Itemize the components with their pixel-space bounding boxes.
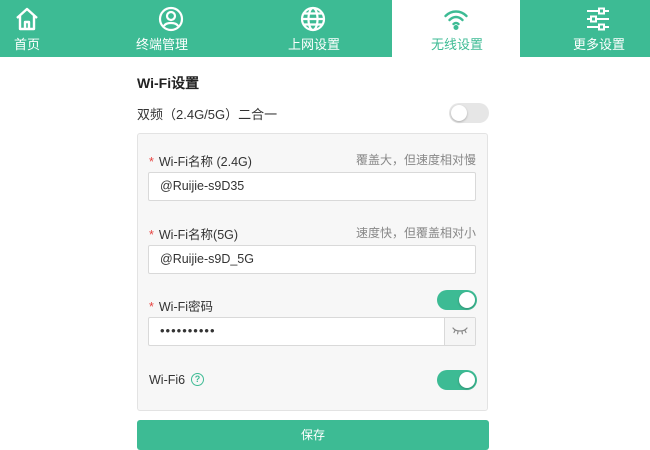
tab-more-settings-label: 更多设置 [573,37,626,52]
toggle-password-visibility-button[interactable] [444,318,475,345]
required-mark: * [149,228,154,242]
top-navigation-bar: 首页 终端管理 上网设置 无线设置 更多设置 [0,0,650,57]
eye-closed-icon [452,327,468,335]
home-icon [14,6,40,32]
sliders-icon [585,6,611,32]
tab-terminal-management-label: 终端管理 [136,37,189,52]
password-input[interactable]: •••••••••• [148,317,476,346]
required-mark: * [149,300,154,314]
ssid-5g-input[interactable]: @Ruijie-s9D_5G [148,245,476,274]
ssid-24g-input[interactable]: @Ruijie-s9D35 [148,172,476,201]
password-label: * Wi-Fi密码 [149,296,213,315]
tab-terminal-management[interactable]: 终端管理 [120,0,230,57]
dual-band-toggle[interactable] [449,103,489,123]
wifi6-toggle[interactable] [437,370,477,390]
ssid-5g-hint: 速度快，但覆盖相对小 [355,226,476,240]
tab-internet-settings-label: 上网设置 [288,37,341,52]
page-title: Wi-Fi设置 [137,75,200,91]
toggle-knob [451,105,467,121]
toggle-knob [459,292,475,308]
tab-internet-settings[interactable]: 上网设置 [262,0,372,57]
save-button[interactable]: 保存 [137,420,489,450]
ssid-5g-label-text: Wi-Fi名称(5G) [158,228,239,242]
password-label-text: Wi-Fi密码 [158,300,214,314]
tab-wireless-settings-label: 无线设置 [431,37,484,52]
ssid-5g-label: * Wi-Fi名称(5G) [149,224,238,243]
password-value: •••••••••• [160,323,216,338]
tab-home-label: 首页 [14,37,41,52]
ssid-24g-label-text: Wi-Fi名称 (2.4G) [158,155,252,169]
wifi-icon [443,6,469,32]
password-toggle[interactable] [437,290,477,310]
tab-wireless-settings[interactable]: 无线设置 [392,0,520,57]
toggle-knob [459,372,475,388]
ssid-24g-hint: 覆盖大，但速度相对慢 [355,153,476,167]
ssid-24g-label: * Wi-Fi名称 (2.4G) [149,151,252,170]
dual-band-label: 双频（2.4G/5G）二合一 [137,107,278,122]
globe-icon [300,6,326,32]
tab-home[interactable]: 首页 [0,0,60,57]
help-icon[interactable]: ? [191,373,204,386]
user-icon [158,6,184,32]
wifi6-label: Wi-Fi6 [149,373,186,387]
tab-more-settings[interactable]: 更多设置 [540,0,650,57]
required-mark: * [149,155,154,169]
